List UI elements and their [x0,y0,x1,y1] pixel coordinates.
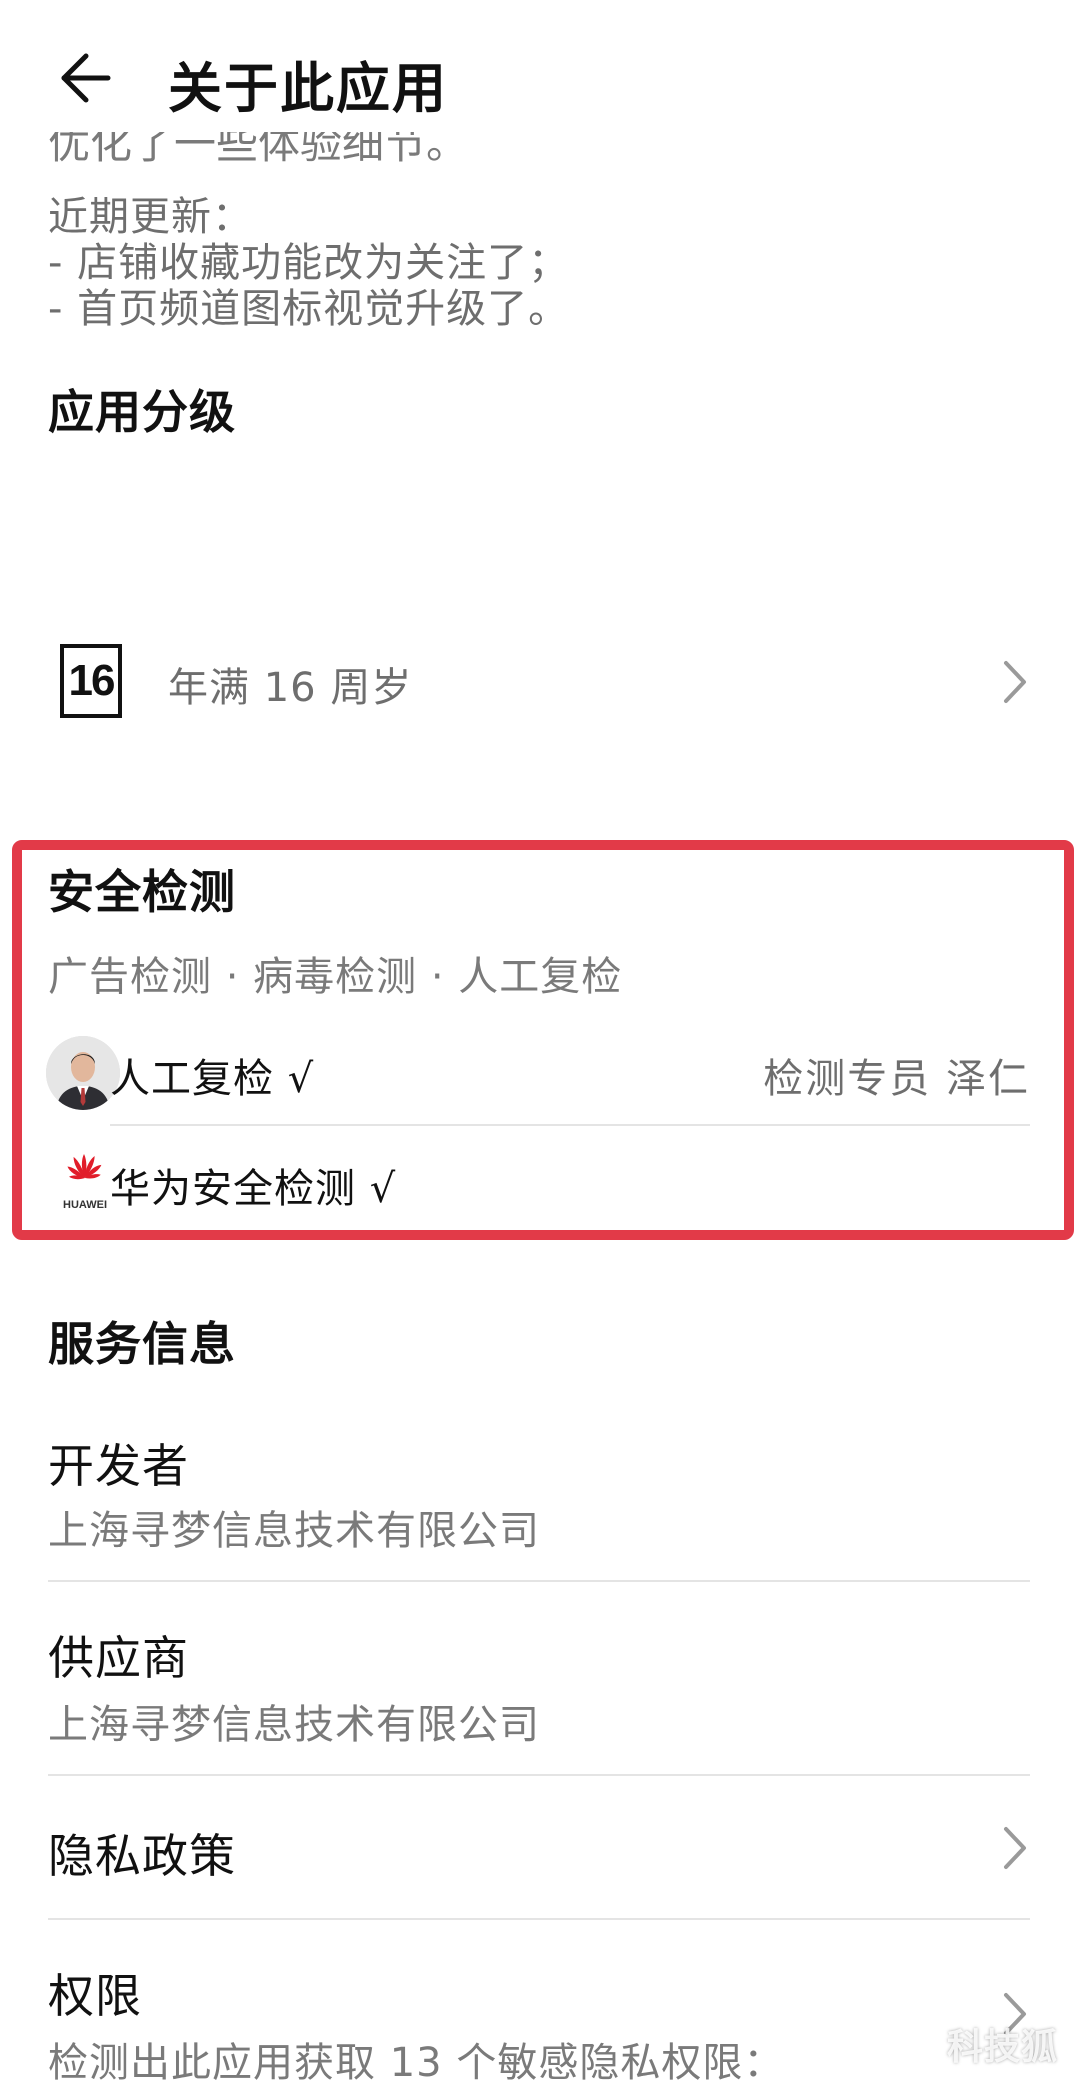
huawei-check-label: 华为安全检测 √ [110,1166,397,1212]
description-clipped-line: 优化了一些体验细节。 [48,132,948,182]
privacy-chevron-right-icon [996,1822,1036,1874]
developer-value: 上海寻梦信息技术有限公司 [48,1508,540,1554]
recent-update-item: - 首页频道图标视觉升级了。 [48,286,570,332]
divider [110,1124,1030,1126]
page-title: 关于此应用 [168,57,448,120]
divider [48,1580,1030,1582]
security-subtitle: 广告检测 · 病毒检测 · 人工复检 [48,954,623,1000]
manual-check-label: 人工复检 √ [110,1056,315,1102]
developer-title: 开发者 [48,1439,189,1493]
svg-text:HUAWEI: HUAWEI [63,1199,107,1211]
permissions-value: 检测出此应用获取 13 个敏感隐私权限： [48,2040,785,2086]
inspector-avatar [46,1036,120,1110]
permissions-title: 权限 [48,1969,142,2023]
back-button[interactable] [48,36,120,120]
service-heading: 服务信息 [48,1317,236,1371]
supplier-value: 上海寻梦信息技术有限公司 [48,1702,540,1748]
rating-heading: 应用分级 [48,385,236,439]
rating-chevron-right-icon [996,656,1036,708]
rating-row[interactable] [0,630,1080,740]
arrow-left-icon [61,53,111,103]
description-clipped-text: 优化了一些体验细节。 [48,132,469,168]
privacy-policy-title: 隐私政策 [48,1829,236,1883]
supplier-title: 供应商 [48,1631,189,1685]
app-header [0,0,1080,150]
rating-label: 年满 16 周岁 [168,665,413,711]
inspector-name: 检测专员 泽仁 [763,1056,1030,1102]
watermark: 科技狐 [946,2027,1058,2068]
age-rating-badge-icon: 16 [60,644,122,718]
security-heading: 安全检测 [48,865,236,919]
huawei-logo-icon: HUAWEI [52,1148,118,1214]
